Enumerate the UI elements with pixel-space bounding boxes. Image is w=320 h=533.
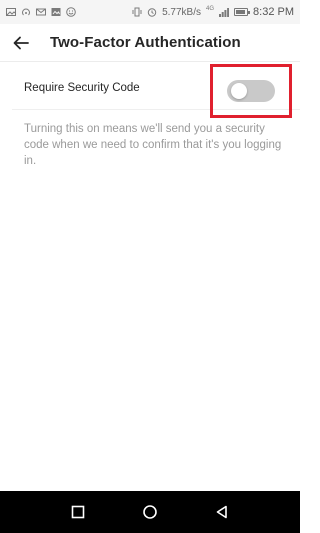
- square-icon: [71, 505, 85, 519]
- signal-icon: [219, 7, 230, 17]
- app-bar: Two-Factor Authentication: [0, 24, 300, 62]
- setting-description: Turning this on means we'll send you a s…: [24, 123, 282, 167]
- mail-icon: [36, 7, 46, 17]
- network-speed: 5.77kB/s: [162, 6, 202, 18]
- home-button[interactable]: [140, 502, 160, 522]
- alarm-icon: [147, 7, 157, 17]
- highlight-box: [210, 64, 292, 118]
- vibrate-icon: [132, 7, 142, 17]
- require-security-code-toggle[interactable]: [227, 80, 275, 102]
- network-type: 4G: [206, 6, 215, 12]
- arrow-left-icon: [13, 36, 29, 49]
- recent-apps-button[interactable]: [68, 502, 88, 522]
- screen: 5.77kB/s 4G 8:32 PM Two-Factor Authentic…: [0, 0, 300, 533]
- toggle-knob[interactable]: [231, 83, 247, 99]
- smile-icon: [66, 7, 76, 17]
- back-button[interactable]: [10, 32, 32, 54]
- status-time: 8:32 PM: [253, 6, 294, 18]
- page-title: Two-Factor Authentication: [50, 34, 241, 51]
- triangle-icon: [216, 505, 227, 519]
- status-bar-left: [6, 7, 76, 17]
- navigation-bar: [0, 491, 300, 533]
- gallery-icon: [51, 7, 61, 17]
- hotspot-icon: [21, 7, 31, 17]
- image-icon: [6, 7, 16, 17]
- circle-icon: [143, 505, 157, 519]
- status-bar-right: 5.77kB/s 4G 8:32 PM: [132, 6, 294, 18]
- nav-back-button[interactable]: [212, 502, 232, 522]
- battery-icon: [234, 8, 251, 16]
- require-security-code-label: Require Security Code: [24, 81, 140, 94]
- status-bar: 5.77kB/s 4G 8:32 PM: [0, 0, 300, 24]
